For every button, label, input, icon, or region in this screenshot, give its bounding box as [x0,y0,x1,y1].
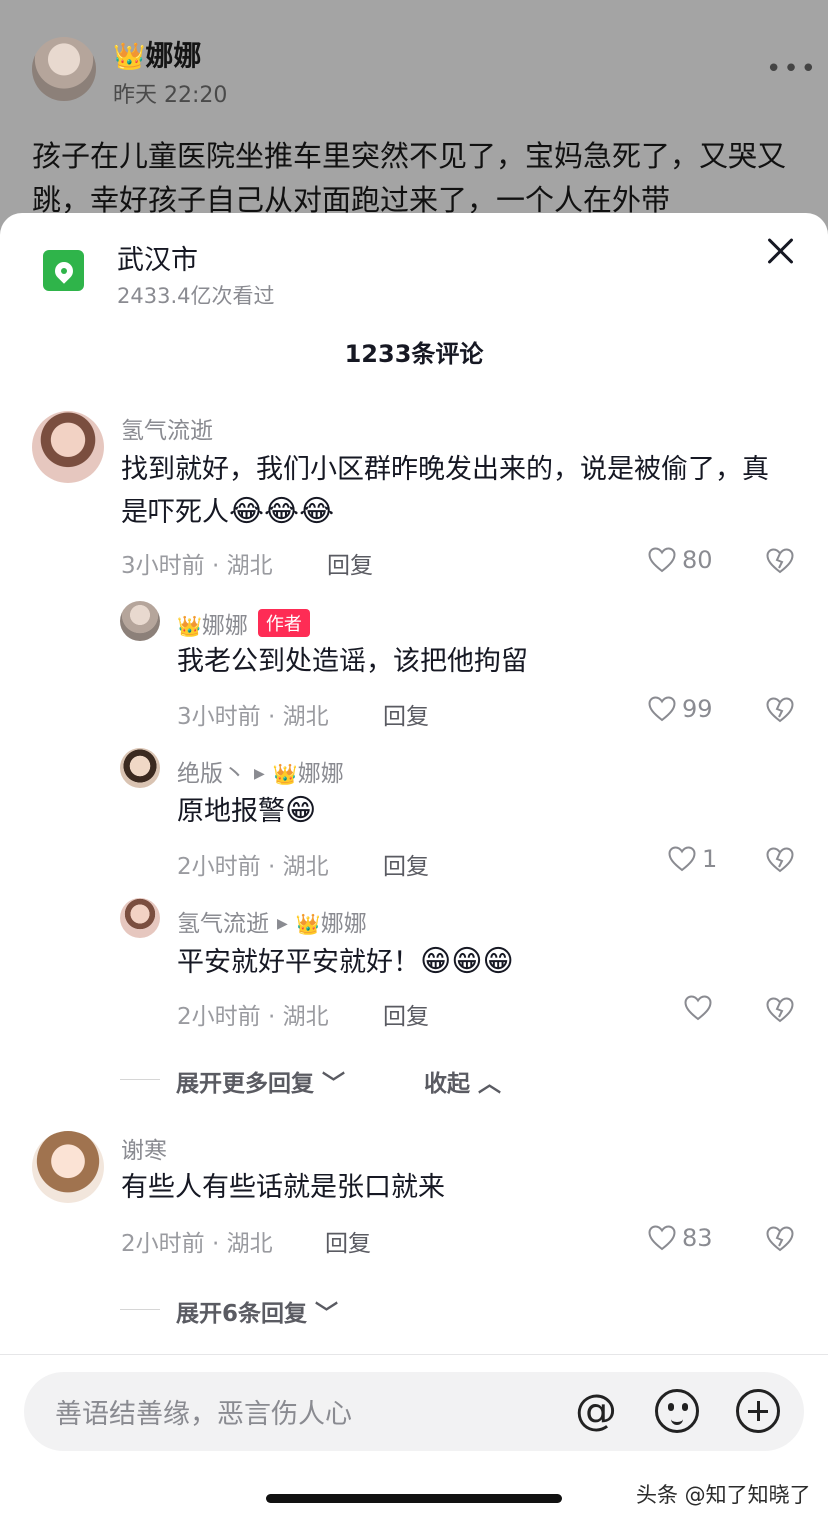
post-time: 昨天 22:20 [113,83,228,108]
reply-button[interactable]: 回复 [327,546,373,580]
reply-arrow-icon: ▶ [254,766,265,782]
location-pin-icon [43,250,84,291]
comment-meta: 3小时前 · 湖北 [121,553,273,579]
heart-icon [648,547,676,573]
like-count: 1 [702,845,718,873]
like-button[interactable] [684,995,712,1021]
dislike-icon[interactable] [766,697,794,723]
reply-username[interactable]: 👑娜娜 作者 [177,606,310,640]
avatar[interactable] [32,1131,104,1203]
heart-icon [648,1225,676,1251]
location-name[interactable]: 武汉市 [117,238,198,277]
comment-username[interactable]: 氢气流逝 [121,411,213,445]
home-indicator [266,1494,562,1503]
at-icon[interactable]: @ [575,1385,617,1435]
avatar[interactable] [120,748,160,788]
comment-text: 找到就好，我们小区群昨晚发出来的，说是被偷了，真是吓死人😂😂😂 [121,454,769,529]
post-text: 孩子在儿童医院坐推车里突然不见了，宝妈急死了，又哭又跳，幸好孩子自己从对面跑过来… [32,139,787,217]
avatar[interactable] [120,898,160,938]
dislike-icon[interactable] [766,1226,794,1252]
reply-text: 平安就好平安就好！😁😁😁 [177,944,514,979]
reply-button[interactable]: 回复 [383,997,429,1031]
chevron-down-icon: ﹀ [307,1301,339,1327]
crown-icon: 👑 [177,614,202,638]
comment-input-placeholder: 善语结善缘，恶言伤人心 [55,1399,352,1430]
laugh-cry-emoji: 😂😂😂 [229,494,335,529]
avatar[interactable] [120,601,160,641]
reply-button[interactable]: 回复 [325,1224,371,1258]
reply-button[interactable]: 回复 [383,697,429,731]
expand-replies-button[interactable]: 展开6条回复 ﹀ [176,1294,338,1328]
location-views: 2433.4亿次看过 [117,284,275,308]
crown-icon: 👑 [295,912,321,936]
avatar[interactable] [32,411,104,483]
post-author-name[interactable]: 👑娜娜 [113,34,201,74]
crown-icon: 👑 [272,762,298,786]
like-button[interactable]: 80 [648,546,713,574]
like-count: 83 [682,1224,713,1252]
reply-text: 原地报警😁 [177,793,317,828]
bottom-divider [0,1354,828,1355]
plus-icon[interactable] [736,1389,780,1433]
post-author-avatar[interactable] [32,37,96,101]
reply-button[interactable]: 回复 [383,847,429,881]
reply-arrow-icon: ▶ [277,916,288,932]
dislike-icon[interactable] [766,997,794,1023]
dislike-icon[interactable] [766,548,794,574]
reply-meta: 3小时前 · 湖北 [177,704,329,730]
collapse-button[interactable]: 收起 ︿ [424,1064,501,1098]
like-count: 99 [682,695,713,723]
grin-emoji: 😁😁😁 [420,944,514,979]
emoji-icon[interactable] [655,1389,699,1433]
reply-username[interactable]: 氢气流逝 ▶ 👑娜娜 [177,904,367,938]
heart-icon [668,846,696,872]
like-button[interactable]: 99 [648,695,713,723]
comment-username[interactable]: 谢寒 [121,1131,167,1165]
reply-username[interactable]: 绝版丶 ▶ 👑娜娜 [177,754,344,788]
close-icon[interactable] [763,234,797,268]
divider [120,1309,160,1310]
expand-more-replies-button[interactable]: 展开更多回复 ﹀ [176,1064,345,1098]
watermark: 头条 @知了知晓了 [636,1483,811,1507]
like-button[interactable]: 1 [668,845,717,873]
more-options-icon[interactable]: ••• [766,54,818,84]
chevron-up-icon: ︿ [470,1071,502,1097]
like-button[interactable]: 83 [648,1224,713,1252]
reply-meta: 2小时前 · 湖北 [177,1004,329,1030]
crown-icon: 👑 [113,42,146,72]
reply-meta: 2小时前 · 湖北 [177,854,329,880]
like-count: 80 [682,546,713,574]
heart-icon [684,995,712,1021]
grin-emoji: 😁 [285,793,317,828]
comment-count: 1233条评论 [344,340,484,368]
chevron-down-icon: ﹀ [314,1071,346,1097]
heart-icon [648,696,676,722]
divider [120,1079,160,1080]
dislike-icon[interactable] [766,847,794,873]
comment-meta: 2小时前 · 湖北 [121,1231,273,1257]
comment-text: 有些人有些话就是张口就来 [121,1172,445,1203]
author-badge: 作者 [257,609,310,637]
reply-text: 我老公到处造谣，该把他拘留 [177,646,528,677]
